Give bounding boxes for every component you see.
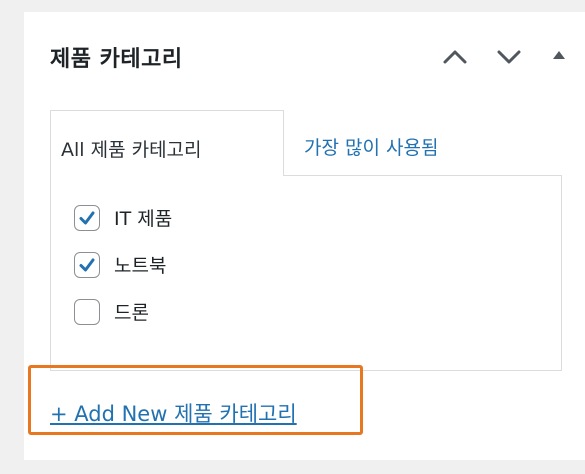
category-label: IT 제품 — [114, 208, 173, 230]
checkbox-it-products[interactable] — [74, 204, 100, 231]
move-down-icon[interactable] — [496, 49, 522, 65]
category-label: 드론 — [114, 302, 149, 324]
tab-all-categories-label: All 제품 카테고리 — [61, 139, 202, 161]
checkmark-icon — [79, 258, 95, 271]
tab-most-used-label: 가장 많이 사용됨 — [304, 137, 439, 159]
checkbox-drone[interactable] — [74, 298, 100, 325]
metabox-title: 제품 카테고리 — [50, 47, 183, 72]
category-label: 노트북 — [114, 255, 167, 277]
checkbox-notebook[interactable] — [74, 251, 100, 278]
move-up-icon[interactable] — [442, 49, 468, 65]
toggle-panel-icon[interactable] — [551, 48, 567, 62]
checkmark-icon — [79, 211, 95, 224]
category-item-drone[interactable]: 드론 — [74, 298, 149, 325]
category-item-it-products[interactable]: IT 제품 — [74, 204, 172, 231]
product-category-metabox: 제품 카테고리 All 제품 카테고리 가장 많이 사용됨 IT 제품 노트북 … — [24, 12, 585, 460]
category-item-notebook[interactable]: 노트북 — [74, 251, 166, 278]
tab-most-used[interactable]: 가장 많이 사용됨 — [304, 133, 438, 160]
add-new-category-link[interactable]: + Add New 제품 카테고리 — [50, 398, 297, 428]
tab-all-categories[interactable]: All 제품 카테고리 — [50, 110, 284, 176]
